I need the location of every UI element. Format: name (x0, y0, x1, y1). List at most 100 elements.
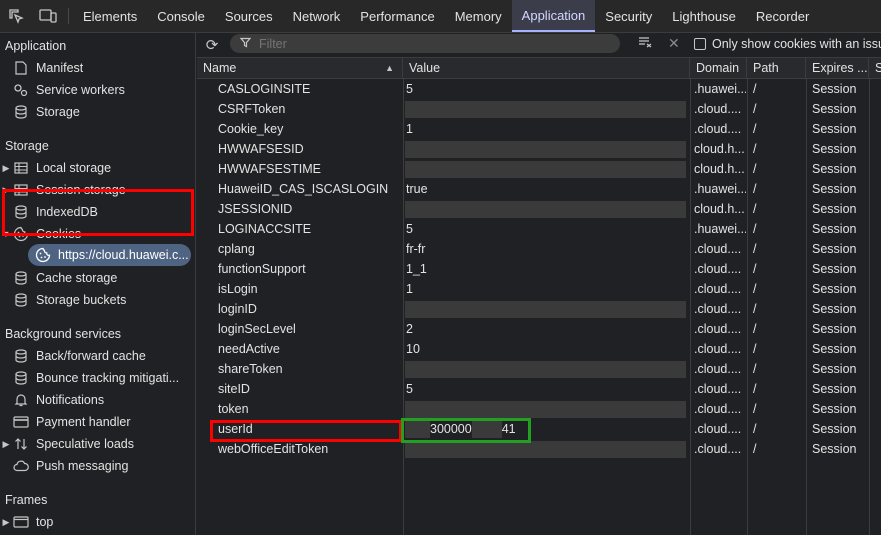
cookie-name-cell: shareToken (218, 362, 283, 376)
sidebar-item-cache-storage[interactable]: Cache storage (0, 267, 195, 289)
tab-recorder[interactable]: Recorder (746, 0, 819, 32)
cookie-path-cell: / (753, 142, 757, 156)
table-row[interactable]: isLogin 1 .cloud.... / Session (197, 279, 881, 299)
only-issue-checkbox[interactable]: Only show cookies with an issue (694, 37, 881, 51)
cookie-expires-cell: Session (812, 82, 857, 96)
cookie-domain-cell: cloud.h... (694, 162, 745, 176)
cookie-expires-cell: Session (812, 342, 857, 356)
sidebar-item-local-storage[interactable]: ▶ Local storage (0, 157, 195, 179)
tab-sources[interactable]: Sources (215, 0, 283, 32)
sort-ascending-icon: ▲ (385, 63, 394, 73)
table-row[interactable]: functionSupport 1_1 .cloud.... / Session (197, 259, 881, 279)
sidebar-item-label: Speculative loads (36, 437, 134, 451)
table-row[interactable]: Cookie_key 1 .cloud.... / Session (197, 119, 881, 139)
checkbox-box[interactable] (694, 38, 706, 50)
cookie-domain-cell: .cloud.... (694, 302, 742, 316)
tab-performance[interactable]: Performance (350, 0, 444, 32)
sidebar-item-manifest[interactable]: Manifest (0, 57, 195, 79)
sidebar-item-frame-top[interactable]: ▶ top (0, 511, 195, 533)
cookie-path-cell: / (753, 302, 757, 316)
sidebar-item-bounce-tracking[interactable]: Bounce tracking mitigati... (0, 367, 195, 389)
cookie-domain-cell: .cloud.... (694, 422, 742, 436)
table-row[interactable]: cplang fr-fr .cloud.... / Session (197, 239, 881, 259)
tab-security[interactable]: Security (595, 0, 662, 32)
table-row[interactable]: HuaweiID_CAS_ISCASLOGIN true .huawei... / Se… (197, 179, 881, 199)
clear-filtered-cookies-icon[interactable] (638, 36, 652, 51)
cookie-domain-cell: .cloud.... (694, 322, 742, 336)
redacted-value (405, 401, 686, 418)
table-row[interactable]: webOfficeEditToken .cloud.... / Session (197, 439, 881, 459)
table-row[interactable]: shareToken .cloud.... / Session (197, 359, 881, 379)
inspect-element-icon[interactable] (0, 0, 32, 32)
tab-network[interactable]: Network (283, 0, 351, 32)
cookie-path-cell: / (753, 322, 757, 336)
database-icon (12, 292, 30, 308)
sidebar-item-cookie-origin[interactable]: https://cloud.huawei.c... (0, 244, 195, 266)
table-row[interactable]: CSRFToken .cloud.... / Session (197, 99, 881, 119)
tab-application[interactable]: Application (511, 0, 596, 32)
section-title-frames: Frames (5, 493, 48, 507)
filter-funnel-icon (239, 37, 252, 51)
expand-arrow-icon[interactable]: ▶ (0, 163, 12, 174)
cookie-path-cell: / (753, 402, 757, 416)
column-header-size[interactable]: Si (869, 58, 881, 79)
tab-memory[interactable]: Memory (445, 0, 512, 32)
table-row[interactable]: siteID 5 .cloud.... / Session (197, 379, 881, 399)
tab-console[interactable]: Console (147, 0, 215, 32)
expand-arrow-icon[interactable]: ▶ (0, 517, 12, 528)
cookie-name-cell: loginID (218, 302, 257, 316)
column-header-value[interactable]: Value (403, 58, 690, 79)
sidebar-item-speculative-loads[interactable]: ▶ Speculative loads (0, 433, 195, 455)
tab-elements[interactable]: Elements (73, 0, 147, 32)
table-row[interactable]: HWWAFSESTIME cloud.h... / Session (197, 159, 881, 179)
redacted-value (405, 301, 686, 318)
tab-lighthouse[interactable]: Lighthouse (662, 0, 746, 32)
table-grid-icon (12, 160, 30, 176)
sidebar-item-service-workers[interactable]: Service workers (0, 79, 195, 101)
cookie-expires-cell: Session (812, 302, 857, 316)
column-header-name[interactable]: Name ▲ (197, 58, 403, 79)
sidebar-item-label: Push messaging (36, 459, 129, 473)
filter-box[interactable] (230, 34, 620, 53)
column-header-domain[interactable]: Domain (690, 58, 747, 79)
delete-selected-icon[interactable]: ✕ (668, 35, 680, 52)
refresh-icon[interactable]: ⟳ (197, 36, 227, 54)
highlight-box-userid-name (210, 420, 402, 442)
sidebar-item-notifications[interactable]: Notifications (0, 389, 195, 411)
sidebar-item-label: Local storage (36, 161, 112, 175)
table-row[interactable]: needActive 10 .cloud.... / Session (197, 339, 881, 359)
sidebar-item-label: https://cloud.huawei.c... (58, 248, 189, 262)
table-row[interactable]: JSESSIONID cloud.h... / Session (197, 199, 881, 219)
filter-input[interactable] (259, 36, 599, 51)
cookie-domain-cell: .cloud.... (694, 122, 742, 136)
cookie-domain-cell: .cloud.... (694, 382, 742, 396)
table-row[interactable]: loginSecLevel 2 .cloud.... / Session (197, 319, 881, 339)
sidebar-item-back-forward-cache[interactable]: Back/forward cache (0, 345, 195, 367)
cookie-name-cell: cplang (218, 242, 255, 256)
table-row[interactable]: HWWAFSESID cloud.h... / Session (197, 139, 881, 159)
cookie-path-cell: / (753, 422, 757, 436)
expand-arrow-icon[interactable]: ▶ (0, 439, 12, 450)
table-row[interactable]: token .cloud.... / Session (197, 399, 881, 419)
redacted-value (405, 161, 686, 178)
cookie-value-cell: 5 (406, 382, 413, 396)
sidebar-item-label: top (36, 515, 54, 529)
sidebar-item-label: Back/forward cache (36, 349, 146, 363)
redacted-value (405, 141, 686, 158)
sidebar-item-storage-buckets[interactable]: Storage buckets (0, 289, 195, 311)
table-row[interactable]: CASLOGINSITE 5 .huawei... / Session (197, 79, 881, 99)
cookie-name-cell: HWWAFSESTIME (218, 162, 322, 176)
sidebar-item-push-messaging[interactable]: Push messaging (0, 455, 195, 477)
table-row[interactable]: loginID .cloud.... / Session (197, 299, 881, 319)
column-header-path[interactable]: Path (747, 58, 806, 79)
highlight-box-userid-value (401, 418, 531, 443)
cookie-domain-cell: .cloud.... (694, 342, 742, 356)
device-toolbar-icon[interactable] (32, 0, 64, 32)
cookie-path-cell: / (753, 122, 757, 136)
sidebar-item-payment-handler[interactable]: Payment handler (0, 411, 195, 433)
table-row[interactable]: LOGINACCSITE 5 .huawei... / Session (197, 219, 881, 239)
sidebar-item-storage[interactable]: Storage (0, 101, 195, 123)
table-header: Name ▲ Value Domain Path Expires ... Si (197, 58, 881, 79)
cookie-name-cell: CSRFToken (218, 102, 286, 116)
column-header-expires[interactable]: Expires ... (806, 58, 869, 79)
